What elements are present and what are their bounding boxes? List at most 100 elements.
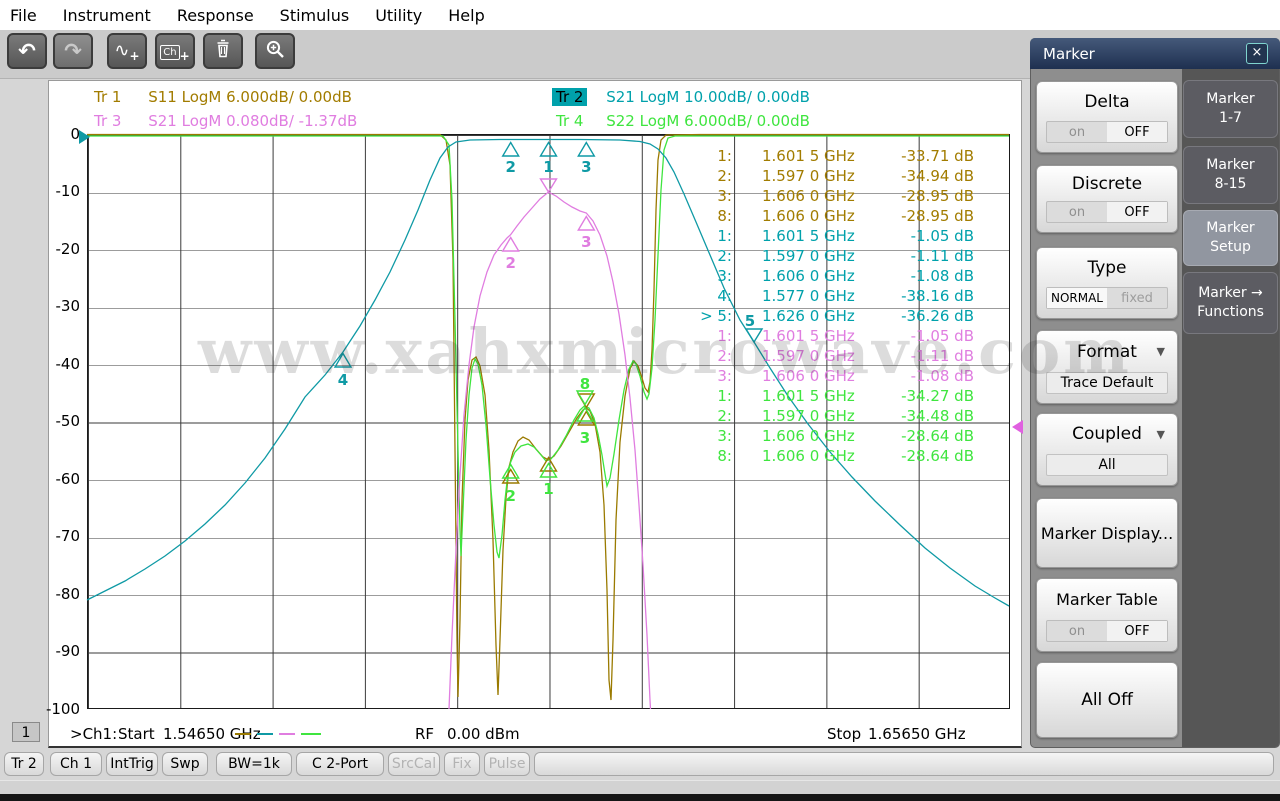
- statusbar-sweep-button[interactable]: Swp: [162, 752, 208, 776]
- marker-readout-row: 1:1.601 5 GHz-33.71 dB: [684, 146, 974, 166]
- delta-button[interactable]: Delta on OFF: [1036, 81, 1178, 153]
- legend-tr3[interactable]: Tr 3 S21 LogM 0.080dB/ -1.37dB: [90, 112, 357, 130]
- tr4-swatch: [301, 733, 321, 735]
- legend-tr3-text: S21 LogM 0.080dB/ -1.37dB: [148, 112, 357, 130]
- marker-table-off-option[interactable]: OFF: [1107, 621, 1167, 641]
- type-toggle: NORMAL fixed: [1046, 287, 1168, 309]
- discrete-button[interactable]: Discrete on OFF: [1036, 165, 1178, 233]
- statusbar-channel-button[interactable]: Ch 1: [50, 752, 102, 776]
- stop-label: Stop: [827, 725, 861, 743]
- zoom-button[interactable]: [255, 33, 295, 69]
- tab-marker-functions[interactable]: Marker →Functions: [1183, 272, 1278, 334]
- channel-indicator: >Ch1:: [70, 725, 117, 743]
- add-channel-button[interactable]: Ch+: [155, 33, 195, 69]
- add-channel-icon: Ch+: [160, 40, 189, 63]
- type-fixed-option[interactable]: fixed: [1107, 288, 1167, 308]
- type-button[interactable]: Type NORMAL fixed: [1036, 247, 1178, 319]
- marker-display-button[interactable]: Marker Display...: [1036, 498, 1178, 568]
- menu-utility[interactable]: Utility: [375, 6, 422, 25]
- window-bottom-edge: [0, 794, 1280, 801]
- menu-stimulus[interactable]: Stimulus: [280, 6, 350, 25]
- format-button[interactable]: Format ▼ Trace Default: [1036, 330, 1178, 404]
- marker-readout-row: 2:1.597 0 GHz-1.11 dB: [684, 246, 974, 266]
- statusbar-trigger-button[interactable]: IntTrig: [106, 752, 158, 776]
- menu-response[interactable]: Response: [177, 6, 254, 25]
- legend-tr1-label: Tr 1: [90, 88, 125, 106]
- all-off-button[interactable]: All Off: [1036, 662, 1178, 738]
- marker-readout-row: 8:1.606 0 GHz-28.95 dB: [684, 206, 974, 226]
- delete-button[interactable]: [203, 33, 243, 69]
- menu-file[interactable]: File: [10, 6, 37, 25]
- y-axis-label: -90: [44, 642, 80, 660]
- discrete-on-option[interactable]: on: [1047, 202, 1107, 222]
- marker-table-button[interactable]: Marker Table on OFF: [1036, 578, 1178, 652]
- statusbar-fix-button: Fix: [444, 752, 480, 776]
- rf-label: RF: [415, 725, 434, 743]
- close-icon[interactable]: ×: [1246, 43, 1268, 64]
- redo-button[interactable]: ↷: [53, 33, 93, 69]
- marker-table-toggle: on OFF: [1046, 620, 1168, 642]
- format-value-button[interactable]: Trace Default: [1046, 372, 1168, 394]
- tab-marker-1-7[interactable]: Marker1-7: [1183, 80, 1278, 138]
- tab-marker-setup[interactable]: MarkerSetup: [1183, 210, 1278, 266]
- undo-button[interactable]: ↶: [7, 33, 47, 69]
- statusbar-bandwidth-button[interactable]: BW=1k: [216, 752, 292, 776]
- marker-readout-table: 1:1.601 5 GHz-33.71 dB 2:1.597 0 GHz-34.…: [684, 0, 974, 480]
- legend-tr1[interactable]: Tr 1 S11 LogM 6.000dB/ 0.00dB: [90, 88, 352, 106]
- menu-help[interactable]: Help: [448, 6, 484, 25]
- y-axis-label: -80: [44, 585, 80, 603]
- marker-readout-row: 3:1.606 0 GHz-1.08 dB: [684, 366, 974, 386]
- stop-value[interactable]: 1.65650 GHz: [868, 725, 966, 743]
- add-trace-button[interactable]: ∿+: [107, 33, 147, 69]
- y-axis-label: -40: [44, 355, 80, 373]
- undo-icon: ↶: [18, 41, 36, 62]
- tr2-swatch: [257, 733, 273, 735]
- statusbar-srccal-button: SrcCal: [388, 752, 440, 776]
- marker-readout-row: 3:1.606 0 GHz-28.95 dB: [684, 186, 974, 206]
- y-axis-label: -10: [44, 182, 80, 200]
- legend-tr2-label: Tr 2: [552, 88, 587, 106]
- delta-toggle: on OFF: [1046, 121, 1168, 143]
- legend-tr4-label: Tr 4: [552, 112, 587, 130]
- marker-readout-row: 3:1.606 0 GHz-28.64 dB: [684, 426, 974, 446]
- legend-tr3-label: Tr 3: [90, 112, 125, 130]
- marker-table-on-option[interactable]: on: [1047, 621, 1107, 641]
- statusbar-cal-button[interactable]: C 2-Port: [296, 752, 384, 776]
- delta-off-option[interactable]: OFF: [1107, 122, 1167, 142]
- statusbar-trace-button[interactable]: Tr 2: [4, 752, 44, 776]
- start-label: Start: [118, 725, 155, 743]
- add-trace-icon: ∿+: [114, 40, 139, 63]
- y-axis-label: 0: [44, 125, 80, 143]
- coupled-button[interactable]: Coupled ▼ All: [1036, 413, 1178, 486]
- statusbar-message-area: [534, 752, 1274, 776]
- delete-icon: [213, 39, 233, 63]
- y-axis-label: -70: [44, 527, 80, 545]
- channel-badge[interactable]: 1: [12, 722, 40, 742]
- rf-value[interactable]: 0.00 dBm: [447, 725, 520, 743]
- marker-readout-row: 1:1.601 5 GHz-1.05 dB: [684, 326, 974, 346]
- menu-bar: File Instrument Response Stimulus Utilit…: [0, 0, 1280, 30]
- menu-instrument[interactable]: Instrument: [63, 6, 151, 25]
- chevron-down-icon: ▼: [1157, 428, 1165, 441]
- marker-readout-row: 2:1.597 0 GHz-1.11 dB: [684, 346, 974, 366]
- discrete-off-option[interactable]: OFF: [1107, 202, 1167, 222]
- y-axis-label: -50: [44, 412, 80, 430]
- statusbar-lower-strip: [0, 780, 1280, 794]
- discrete-toggle: on OFF: [1046, 201, 1168, 223]
- tab-marker-8-15[interactable]: Marker8-15: [1183, 146, 1278, 204]
- marker-panel-title: Marker: [1043, 45, 1095, 63]
- zoom-icon: [265, 39, 286, 64]
- delta-on-option[interactable]: on: [1047, 122, 1107, 142]
- statusbar-pulse-button: Pulse: [484, 752, 530, 776]
- marker-readout-row: 1:1.601 5 GHz-34.27 dB: [684, 386, 974, 406]
- marker-readout-row: 2:1.597 0 GHz-34.94 dB: [684, 166, 974, 186]
- chevron-down-icon: ▼: [1157, 345, 1165, 358]
- vna-application-window: File Instrument Response Stimulus Utilit…: [0, 0, 1280, 801]
- y-axis-label: -20: [44, 240, 80, 258]
- legend-tr1-text: S11 LogM 6.000dB/ 0.00dB: [148, 88, 352, 106]
- marker-readout-row: 4:1.577 0 GHz-38.16 dB: [684, 286, 974, 306]
- y-axis-label: -100: [44, 700, 80, 718]
- coupled-value-button[interactable]: All: [1046, 454, 1168, 476]
- type-normal-option[interactable]: NORMAL: [1047, 288, 1107, 308]
- marker-panel-header: Marker ×: [1030, 38, 1280, 69]
